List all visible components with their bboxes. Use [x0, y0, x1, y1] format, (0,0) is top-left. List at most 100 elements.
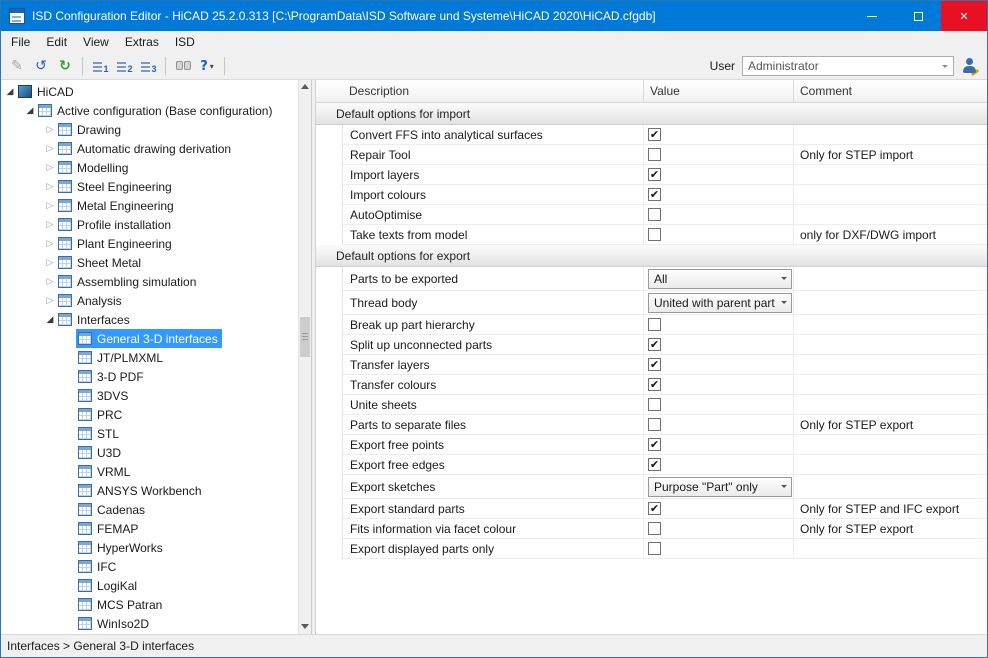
tree-item-content[interactable]: 3DVS: [76, 386, 132, 405]
tree-item-content[interactable]: Steel Engineering: [56, 177, 176, 196]
menu-view[interactable]: View: [75, 33, 117, 51]
scroll-up-icon[interactable]: [299, 80, 311, 95]
maximize-button[interactable]: [895, 1, 941, 31]
tree-item-mcs-patran[interactable]: MCS Patran: [1, 595, 297, 614]
expander-expanded-icon[interactable]: ◢: [24, 106, 36, 116]
help-button[interactable]: ?▾: [196, 55, 218, 77]
tree-item-content[interactable]: HyperWorks: [76, 538, 167, 557]
column-header-value[interactable]: Value: [644, 80, 794, 102]
checkbox[interactable]: ✔: [648, 378, 661, 391]
tree-item-content[interactable]: Cadenas: [76, 500, 149, 519]
checkbox[interactable]: ✔: [648, 502, 661, 515]
tree-item-content[interactable]: Interfaces: [56, 310, 134, 329]
tree-item-content[interactable]: U3D: [76, 443, 125, 462]
group-header-default-options-for-export[interactable]: Default options for export: [316, 245, 987, 267]
menu-extras[interactable]: Extras: [117, 33, 167, 51]
tree-item-jt-plmxml[interactable]: JT/PLMXML: [1, 348, 297, 367]
chevron-down-icon[interactable]: [937, 62, 953, 71]
tree-item-content[interactable]: HiCAD: [16, 82, 78, 101]
tree-item-active-configuration-base-configuration[interactable]: ◢Active configuration (Base configuratio…: [1, 101, 297, 120]
tree-item-sheet-metal[interactable]: ▷Sheet Metal: [1, 253, 297, 272]
refresh-button[interactable]: ↻: [54, 55, 76, 77]
edit-button[interactable]: ✎: [6, 55, 28, 77]
tree-item-content[interactable]: WinIso2D: [76, 614, 153, 633]
user-permissions-icon[interactable]: [961, 57, 979, 75]
checkbox[interactable]: ✔: [648, 168, 661, 181]
titlebar[interactable]: ISD Configuration Editor - HiCAD 25.2.0.…: [1, 1, 987, 31]
checkbox[interactable]: ✔: [648, 438, 661, 451]
tree-item-winiso2d[interactable]: WinIso2D: [1, 614, 297, 633]
checkbox[interactable]: [648, 398, 661, 411]
tree-item-femap[interactable]: FEMAP: [1, 519, 297, 538]
tree-item-interfaces[interactable]: ◢Interfaces: [1, 310, 297, 329]
tree-item-content[interactable]: 3-D PDF: [76, 367, 148, 386]
dropdown[interactable]: Purpose "Part" only: [648, 477, 792, 497]
expander-collapsed-icon[interactable]: ▷: [44, 144, 56, 154]
menu-edit[interactable]: Edit: [38, 33, 75, 51]
checkbox[interactable]: [648, 208, 661, 221]
expand-to-level-3-button[interactable]: 3: [137, 55, 159, 77]
tree-item-content[interactable]: Plant Engineering: [56, 234, 176, 253]
tree-item-content[interactable]: Profile installation: [56, 215, 175, 234]
tree-item-content[interactable]: Assembling simulation: [56, 272, 200, 291]
expander-collapsed-icon[interactable]: ▷: [44, 277, 56, 287]
expander-collapsed-icon[interactable]: ▷: [44, 258, 56, 268]
chevron-down-icon[interactable]: ▾: [210, 62, 214, 71]
dropdown[interactable]: All: [648, 269, 792, 289]
tree-item-vrml[interactable]: VRML: [1, 462, 297, 481]
tree-item-content[interactable]: Active configuration (Base configuration…: [36, 101, 276, 120]
tree-item-steel-engineering[interactable]: ▷Steel Engineering: [1, 177, 297, 196]
menu-file[interactable]: File: [3, 33, 38, 51]
user-dropdown[interactable]: Administrator: [742, 56, 954, 76]
expander-collapsed-icon[interactable]: ▷: [44, 163, 56, 173]
tree-item-content[interactable]: Metal Engineering: [56, 196, 178, 215]
minimize-button[interactable]: [849, 1, 895, 31]
expander-collapsed-icon[interactable]: ▷: [44, 220, 56, 230]
tree-item-metal-engineering[interactable]: ▷Metal Engineering: [1, 196, 297, 215]
checkbox[interactable]: [648, 418, 661, 431]
expander-collapsed-icon[interactable]: ▷: [44, 201, 56, 211]
chevron-down-icon[interactable]: [776, 298, 791, 307]
tree-item-content[interactable]: Sheet Metal: [56, 253, 145, 272]
tree-item-3-d-pdf[interactable]: 3-D PDF: [1, 367, 297, 386]
tree-item-content[interactable]: LogiKal: [76, 576, 141, 595]
tree-item-prc[interactable]: PRC: [1, 405, 297, 424]
tree-item-plant-engineering[interactable]: ▷Plant Engineering: [1, 234, 297, 253]
tree-item-content[interactable]: IFC: [76, 557, 120, 576]
menu-isd[interactable]: ISD: [167, 33, 203, 51]
checkbox[interactable]: [648, 148, 661, 161]
tree-item-cadenas[interactable]: Cadenas: [1, 500, 297, 519]
group-header-default-options-for-import[interactable]: Default options for import: [316, 103, 987, 125]
checkbox[interactable]: [648, 542, 661, 555]
checkbox[interactable]: [648, 522, 661, 535]
checkbox[interactable]: ✔: [648, 128, 661, 141]
scroll-down-icon[interactable]: [299, 619, 311, 634]
tree-item-content[interactable]: General 3-D interfaces: [76, 329, 222, 348]
expander-expanded-icon[interactable]: ◢: [4, 87, 16, 97]
close-button[interactable]: ✕: [941, 1, 987, 31]
checkbox[interactable]: ✔: [648, 358, 661, 371]
chevron-down-icon[interactable]: [776, 482, 791, 491]
tree-item-content[interactable]: Modelling: [56, 158, 132, 177]
expand-to-level-2-button[interactable]: 2: [113, 55, 135, 77]
expander-expanded-icon[interactable]: ◢: [44, 315, 56, 325]
tree-item-content[interactable]: Analysis: [56, 291, 126, 310]
tree-item-ifc[interactable]: IFC: [1, 557, 297, 576]
tree-item-hicad[interactable]: ◢HiCAD: [1, 82, 297, 101]
tree-item-hyperworks[interactable]: HyperWorks: [1, 538, 297, 557]
tree-item-content[interactable]: VRML: [76, 462, 134, 481]
checkbox[interactable]: [648, 228, 661, 241]
expander-collapsed-icon[interactable]: ▷: [44, 296, 56, 306]
tree-item-ansys-workbench[interactable]: ANSYS Workbench: [1, 481, 297, 500]
tree-item-automatic-drawing-derivation[interactable]: ▷Automatic drawing derivation: [1, 139, 297, 158]
checkbox[interactable]: ✔: [648, 188, 661, 201]
tree-item-3dvs[interactable]: 3DVS: [1, 386, 297, 405]
expander-collapsed-icon[interactable]: ▷: [44, 182, 56, 192]
tree-item-u3d[interactable]: U3D: [1, 443, 297, 462]
tree-item-assembling-simulation[interactable]: ▷Assembling simulation: [1, 272, 297, 291]
tree-item-stl[interactable]: STL: [1, 424, 297, 443]
expand-to-level-1-button[interactable]: 1: [89, 55, 111, 77]
expander-collapsed-icon[interactable]: ▷: [44, 239, 56, 249]
tree-item-analysis[interactable]: ▷Analysis: [1, 291, 297, 310]
find-button[interactable]: [172, 55, 194, 77]
